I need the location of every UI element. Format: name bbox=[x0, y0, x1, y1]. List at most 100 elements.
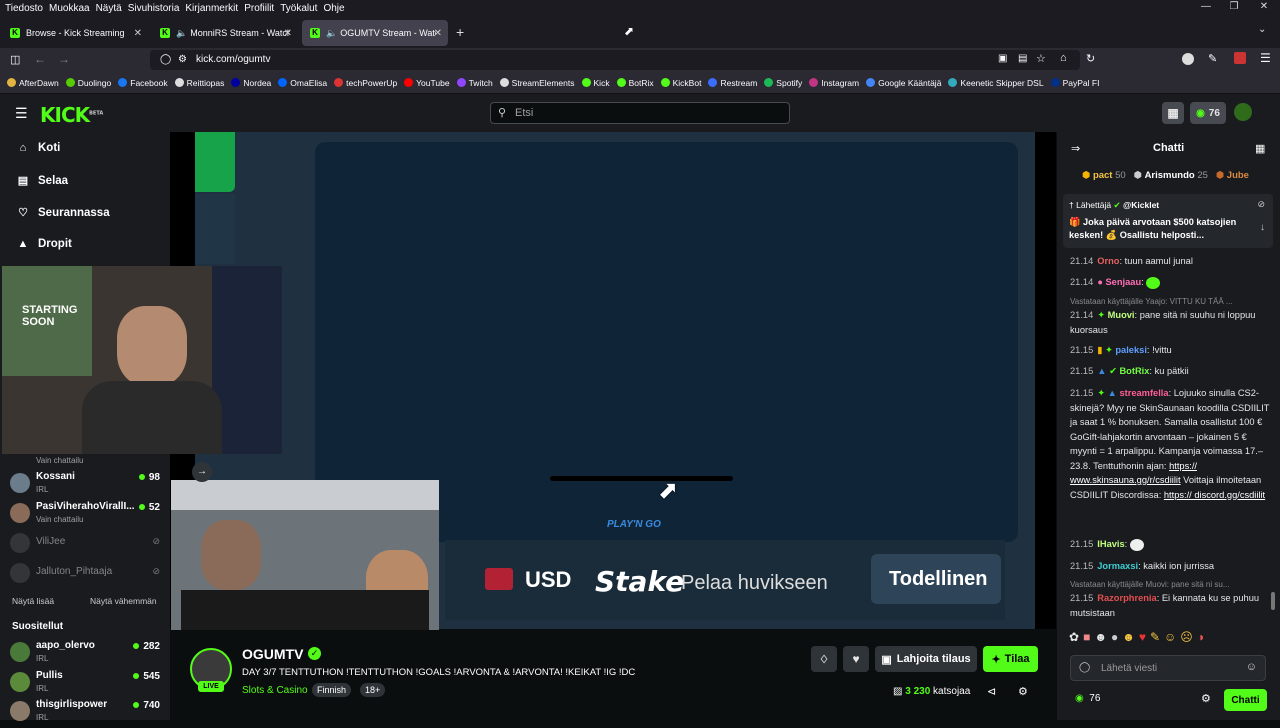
menu-edit[interactable]: Muokkaa bbox=[49, 3, 90, 14]
close-tab-icon[interactable]: ✕ bbox=[434, 28, 442, 39]
bookmark-youtube[interactable]: YouTube bbox=[404, 78, 450, 88]
chat-scrollbar[interactable] bbox=[1271, 592, 1275, 610]
chat-settings-icon[interactable]: ⚙ bbox=[1201, 692, 1211, 705]
send-chat-button[interactable]: Chatti bbox=[1224, 689, 1267, 711]
tag-finnish[interactable]: Finnish bbox=[312, 683, 352, 697]
bookmark-reittiopas[interactable]: Reittiopas bbox=[174, 78, 224, 88]
bookmark-techpowerup[interactable]: techPowerUp bbox=[334, 78, 397, 88]
close-window-icon[interactable]: ✕ bbox=[1254, 1, 1274, 15]
bookmark-keenetic[interactable]: Keenetic Skipper DSL bbox=[948, 78, 1044, 88]
bookmark-star-icon[interactable]: ☆ bbox=[1036, 52, 1046, 65]
screenshot-icon[interactable]: ▣ bbox=[998, 53, 1007, 64]
bookmark-streamelements[interactable]: StreamElements bbox=[499, 78, 575, 88]
close-tab-icon[interactable]: ✕ bbox=[134, 28, 142, 39]
recommended-channel-thisgirlispower[interactable]: thisgirlispower IRL 740 bbox=[10, 698, 160, 728]
share-icon[interactable]: ⊲ bbox=[987, 685, 996, 698]
bookmark-botrix[interactable]: BotRix bbox=[616, 78, 654, 88]
show-less-link[interactable]: Näytä vähemmän bbox=[90, 596, 157, 606]
moderation-icon[interactable]: ⚙ bbox=[1018, 685, 1028, 698]
menu-tools[interactable]: Työkalut bbox=[280, 3, 317, 14]
menu-history[interactable]: Sivuhistoria bbox=[128, 3, 180, 14]
bookmark-facebook[interactable]: Facebook bbox=[118, 78, 168, 88]
chat-users-icon[interactable]: ▦ bbox=[1255, 142, 1265, 155]
dashboard-icon[interactable]: ▦ bbox=[1162, 102, 1184, 124]
extensions-puzzle-icon[interactable]: ✎ bbox=[1208, 52, 1217, 65]
expand-arrow-icon[interactable]: → bbox=[192, 462, 212, 482]
expand-pin-icon[interactable]: ↓ bbox=[1260, 222, 1265, 233]
chat-message[interactable]: 21.14 ✦ Muovi: pane sitä ni suuhu ni lopp… bbox=[1070, 308, 1270, 337]
sidebar-item-drops[interactable]: ▲ Dropit bbox=[16, 238, 72, 250]
minimize-icon[interactable]: — bbox=[1196, 1, 1216, 15]
following-channel-jalluton[interactable]: Jalluton_Pihtaaja ⊘ bbox=[10, 560, 160, 590]
bookmark-twitch[interactable]: Twitch bbox=[456, 78, 493, 88]
chat-message[interactable]: 21.15 Razorphrenia: Ei kannata ku se puhu… bbox=[1070, 591, 1270, 620]
hide-pin-icon[interactable]: ⊘ bbox=[1257, 199, 1265, 210]
following-channel-pasiviheraho[interactable]: PasiViherahoVirallI... Vain chattailu 52 bbox=[10, 500, 160, 530]
chat-message[interactable]: 21.15 ▮ ✦ paleksi: !vittu bbox=[1070, 343, 1270, 358]
menu-file[interactable]: Tiedosto bbox=[5, 3, 43, 14]
forward-icon[interactable]: → bbox=[58, 52, 70, 66]
streamer-name[interactable]: OGUMTV bbox=[242, 646, 303, 662]
sidebar-item-home[interactable]: ⌂ Koti bbox=[16, 142, 61, 154]
menu-view[interactable]: Näytä bbox=[96, 3, 122, 14]
emoji-picker-icon[interactable]: ☺ bbox=[1246, 661, 1257, 673]
chat-message[interactable]: 21.15 Jormaxsi: kaikki ion jurrissa bbox=[1070, 559, 1270, 574]
bookmark-google-translate[interactable]: Google Kääntäjä bbox=[866, 78, 941, 88]
recommended-channel-aapo[interactable]: aapo_olervo IRL 282 bbox=[10, 639, 160, 669]
chat-input[interactable]: ◯ Lähetä viesti ☺ bbox=[1070, 655, 1266, 681]
menu-help[interactable]: Ohje bbox=[323, 3, 344, 14]
tab-monnirs[interactable]: K 🔈 MonniRS Stream - Watch Li ✕ bbox=[152, 20, 298, 46]
avatar[interactable] bbox=[1234, 103, 1252, 121]
menu-profiles[interactable]: Profiilit bbox=[244, 3, 274, 14]
bookmark-duolingo[interactable]: Duolingo bbox=[65, 78, 111, 88]
sidebar-item-browse[interactable]: ▤ Selaa bbox=[16, 174, 68, 188]
following-channel-vilijee[interactable]: ViliJee ⊘ bbox=[10, 530, 160, 560]
hamburger-menu-icon[interactable]: ☰ bbox=[15, 105, 28, 122]
follow-heart-icon[interactable]: ♥ bbox=[843, 646, 869, 672]
sidebar-toggle-icon[interactable]: ◫ bbox=[10, 53, 20, 66]
new-tab-icon[interactable]: + bbox=[456, 24, 464, 40]
ublock-icon[interactable] bbox=[1234, 52, 1246, 64]
recommended-channel-pullis[interactable]: Pullis IRL 545 bbox=[10, 669, 160, 699]
tag-18plus[interactable]: 18+ bbox=[360, 683, 386, 697]
collapse-chat-icon[interactable]: ⇒ bbox=[1071, 142, 1080, 155]
bookmark-spotify[interactable]: Spotify bbox=[764, 78, 802, 88]
points-button[interactable]: ◉ 76 bbox=[1190, 102, 1226, 124]
reload-icon[interactable]: ↻ bbox=[1086, 52, 1095, 65]
pinned-message[interactable]: † Lähettäjä ✔ @Kicklet ⊘ 🎁 Joka päivä ar… bbox=[1063, 194, 1273, 248]
tab-list-icon[interactable]: ⌄ bbox=[1258, 24, 1266, 35]
notification-bell-icon[interactable]: ♢ bbox=[811, 646, 837, 672]
bookmark-instagram[interactable]: Instagram bbox=[809, 78, 859, 88]
menu-bookmarks[interactable]: Kirjanmerkit bbox=[185, 3, 238, 14]
chat-message[interactable]: 21.14 ● Senjaau: bbox=[1070, 275, 1270, 290]
url-bar[interactable]: ◯ ⚙ kick.com/ogumtv bbox=[150, 50, 1080, 70]
sidebar-item-following[interactable]: ♡ Seurannassa bbox=[16, 206, 110, 220]
following-channel-kossani[interactable]: Kossani IRL 98 bbox=[10, 470, 160, 500]
kick-logo[interactable]: KICKBETA bbox=[40, 103, 103, 127]
bookmark-omaelisa[interactable]: OmaElisa bbox=[278, 78, 327, 88]
app-menu-icon[interactable]: ☰ bbox=[1260, 51, 1271, 65]
bookmark-paypal[interactable]: PayPal FI bbox=[1050, 78, 1099, 88]
bookmark-restream[interactable]: Restream bbox=[708, 78, 757, 88]
category-link[interactable]: Slots & Casino bbox=[242, 685, 308, 696]
video-player[interactable]: PLAY'N GO USD Stake Pelaa huvikseen Tode… bbox=[2, 132, 1056, 630]
bookmark-kick[interactable]: Kick bbox=[581, 78, 610, 88]
chat-message[interactable]: 21.14 Orno: tuun aamul junal bbox=[1070, 254, 1270, 269]
chat-link[interactable]: https:// discord.gg/csdiilit bbox=[1164, 490, 1265, 500]
home-icon[interactable]: ⌂ bbox=[1060, 52, 1067, 64]
extension-icon[interactable] bbox=[1182, 53, 1194, 65]
close-tab-icon[interactable]: ✕ bbox=[284, 28, 292, 39]
bookmark-kickbot[interactable]: KickBot bbox=[660, 78, 701, 88]
chat-points[interactable]: ◉ 76 bbox=[1075, 693, 1100, 704]
show-more-link[interactable]: Näytä lisää bbox=[12, 596, 54, 606]
chat-message[interactable]: 21.15 ▲ ✔ BotRix: ku pätkii bbox=[1070, 364, 1270, 379]
chat-message[interactable]: 21.15 ✦ ▲ streamfella: Lojuuko sinulla CS… bbox=[1070, 386, 1270, 502]
search-input[interactable]: ⚲ Etsi bbox=[490, 102, 790, 124]
tab-browse[interactable]: K Browse - Kick Streaming ✕ bbox=[2, 20, 148, 46]
restore-icon[interactable]: ❐ bbox=[1224, 1, 1244, 15]
bookmark-nordea[interactable]: Nordea bbox=[231, 78, 271, 88]
tab-ogumtv[interactable]: K 🔈 OGUMTV Stream - Watch L ✕ bbox=[302, 20, 448, 46]
gift-sub-button[interactable]: ▣ Lahjoita tilaus bbox=[875, 646, 977, 672]
subscribe-button[interactable]: ✦ Tilaa bbox=[983, 646, 1038, 672]
chat-message[interactable]: 21.15 IHavis: bbox=[1070, 537, 1270, 552]
